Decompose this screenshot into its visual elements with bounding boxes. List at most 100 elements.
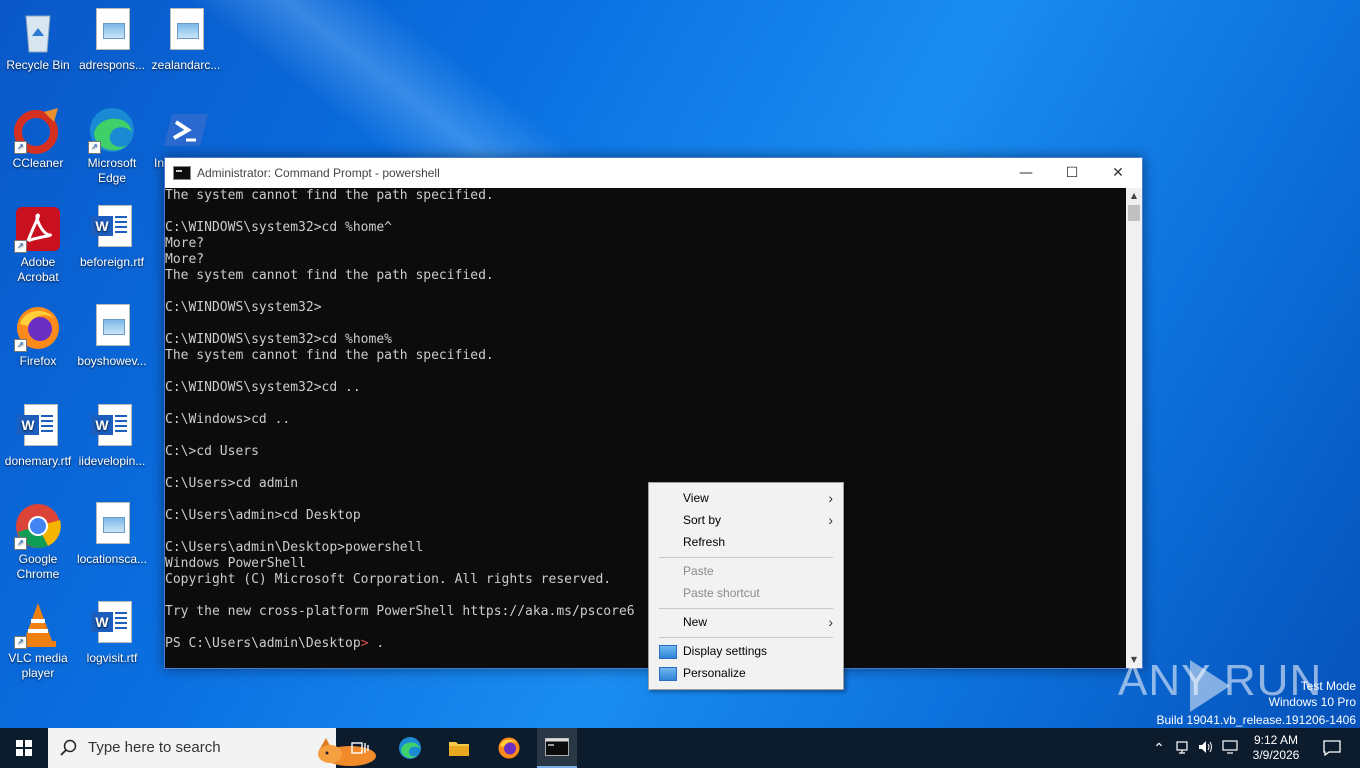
scroll-up-icon[interactable]: ▲	[1126, 188, 1142, 204]
desktop-icon-iideveloping[interactable]: W iidevelopin...	[74, 404, 150, 469]
desktop-icon-zealandarc[interactable]: zealandarc...	[148, 8, 224, 73]
search-icon	[60, 739, 77, 756]
windows-edition-label: Windows 10 Pro	[1268, 695, 1356, 709]
shortcut-arrow-icon: ↗	[88, 141, 101, 154]
taskbar-file-explorer[interactable]	[439, 728, 479, 768]
vertical-scrollbar[interactable]: ▲ ▼	[1126, 188, 1142, 668]
menu-item-label: Refresh	[683, 535, 726, 549]
console-line: C:\Users\admin>cd Desktop	[165, 508, 361, 523]
menu-separator	[659, 557, 833, 558]
desktop-icon-donemary[interactable]: W donemary.rtf	[0, 404, 76, 469]
notification-icon	[1323, 740, 1341, 756]
desktop-icon-label: locationsca...	[76, 552, 148, 566]
console-line: C:\Windows>cd ..	[165, 412, 291, 427]
firefox-icon: ↗	[14, 304, 62, 352]
console-icon	[545, 738, 569, 756]
menu-item-label: New	[683, 615, 708, 629]
chevron-right-icon: ›	[828, 512, 833, 528]
shortcut-arrow-icon: ↗	[14, 339, 27, 352]
taskbar-search-box[interactable]: Type here to search	[48, 728, 376, 768]
desktop-icon-adobe-acrobat[interactable]: ↗ Adobe Acrobat	[0, 205, 76, 285]
console-line: C:\WINDOWS\system32>cd %home^	[165, 220, 392, 235]
menu-item-label: Paste	[683, 564, 714, 578]
volume-icon[interactable]	[1194, 740, 1218, 757]
task-view-icon	[351, 742, 369, 754]
shortcut-arrow-icon: ↗	[14, 636, 27, 649]
taskbar-command-prompt[interactable]	[537, 728, 577, 768]
menu-separator	[659, 637, 833, 638]
windows-logo-icon	[16, 740, 32, 756]
scrollbar-thumb[interactable]	[1128, 205, 1140, 221]
prompt-path: PS C:\Users\admin\Desktop	[165, 636, 361, 651]
desktop-icon-label: Microsoft Edge	[87, 156, 137, 185]
menu-item-view[interactable]: View ›	[649, 487, 843, 509]
desktop-icon-locationsca[interactable]: locationsca...	[74, 502, 150, 567]
console-line: The system cannot find the path specifie…	[165, 188, 494, 203]
desktop-icon-logvisit[interactable]: W logvisit.rtf	[74, 601, 150, 666]
desktop-icon-adrespons[interactable]: adrespons...	[74, 8, 150, 73]
taskbar-edge[interactable]	[390, 728, 430, 768]
word-document-icon: W	[14, 404, 62, 452]
taskbar-firefox[interactable]	[489, 728, 529, 768]
desktop-icon-label: Adobe Acrobat	[17, 255, 59, 284]
menu-item-personalize[interactable]: Personalize	[649, 662, 843, 684]
notification-center-button[interactable]	[1312, 728, 1352, 768]
menu-item-display-settings[interactable]: Display settings	[649, 640, 843, 662]
console-line: The system cannot find the path specifie…	[165, 268, 494, 283]
close-button[interactable]: ✕	[1095, 158, 1141, 188]
desktop-icon-label: Google Chrome	[16, 552, 60, 581]
desktop-icon-beforeign[interactable]: W beforeign.rtf	[74, 205, 150, 270]
menu-item-new[interactable]: New ›	[649, 611, 843, 633]
word-document-icon: W	[88, 404, 136, 452]
desktop-icon-google-chrome[interactable]: ↗ Google Chrome	[0, 502, 76, 582]
desktop-icon-label: donemary.rtf	[4, 454, 72, 468]
adobe-acrobat-icon: ↗	[14, 205, 62, 253]
powershell-icon	[162, 106, 210, 154]
console-output[interactable]: The system cannot find the path specifie…	[165, 188, 1125, 668]
console-line: C:\WINDOWS\system32>	[165, 300, 322, 315]
desktop-icon-vlc[interactable]: ↗ VLC media player	[0, 601, 76, 681]
menu-item-paste-shortcut[interactable]: Paste shortcut	[649, 582, 843, 604]
maximize-button[interactable]: ☐	[1049, 158, 1095, 188]
window-titlebar[interactable]: Administrator: Command Prompt - powershe…	[165, 158, 1142, 188]
desktop-icon-label: iidevelopin...	[78, 454, 146, 468]
desktop-icon-boyshowev[interactable]: boyshowev...	[74, 304, 150, 369]
menu-item-refresh[interactable]: Refresh	[649, 531, 843, 553]
chevron-up-icon[interactable]: ⌃	[1148, 740, 1170, 757]
desktop-icon-firefox[interactable]: ↗ Firefox	[0, 304, 76, 369]
network-icon[interactable]	[1170, 740, 1194, 757]
console-line: Try the new cross-platform PowerShell ht…	[165, 604, 635, 619]
task-view-button[interactable]	[340, 728, 380, 768]
shortcut-arrow-icon: ↗	[14, 240, 27, 253]
menu-item-paste[interactable]: Paste	[649, 560, 843, 582]
menu-item-label: View	[683, 491, 709, 505]
desktop-icon-ccleaner[interactable]: ↗ CCleaner	[0, 106, 76, 171]
prompt-arrow: >	[360, 636, 369, 651]
desktop-icon-microsoft-edge[interactable]: ↗ Microsoft Edge	[74, 106, 150, 186]
desktop-icon-recycle-bin[interactable]: Recycle Bin	[0, 8, 76, 73]
shortcut-arrow-icon: ↗	[14, 537, 27, 550]
console-line: More?	[165, 252, 205, 267]
display-icon	[659, 645, 677, 659]
chevron-right-icon: ›	[828, 490, 833, 506]
folder-icon	[449, 742, 469, 756]
desktop-icon-label: Firefox	[19, 354, 57, 368]
console-line: Windows PowerShell	[165, 556, 306, 571]
console-line: C:\>cd Users	[165, 444, 259, 459]
display-icon[interactable]	[1218, 739, 1242, 757]
desktop-icon-label: beforeign.rtf	[79, 255, 145, 269]
menu-item-sort-by[interactable]: Sort by ›	[649, 509, 843, 531]
recycle-bin-icon	[14, 8, 62, 56]
prompt-input: .	[368, 636, 385, 651]
clock[interactable]: 9:12 AM 3/9/2026	[1244, 728, 1308, 768]
image-file-icon	[88, 8, 136, 56]
minimize-button[interactable]: —	[1003, 158, 1049, 188]
console-icon	[173, 166, 191, 180]
start-button[interactable]	[0, 728, 48, 768]
